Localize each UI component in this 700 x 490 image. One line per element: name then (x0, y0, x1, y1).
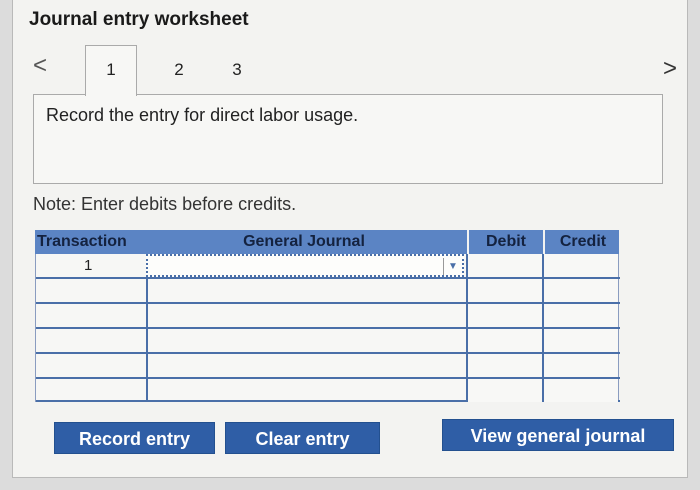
note-text: Note: Enter debits before credits. (33, 194, 297, 214)
tab-2[interactable]: 2 (169, 60, 189, 80)
table-row (36, 379, 620, 402)
account-select[interactable] (146, 304, 464, 327)
credit-input[interactable] (542, 254, 618, 277)
transaction-number: 1 (84, 257, 93, 274)
next-arrow-icon[interactable]: > (663, 57, 677, 81)
instruction-text: Record the entry for direct labor usage. (46, 105, 359, 125)
debit-input[interactable] (466, 279, 542, 302)
tab-1[interactable]: 1 (85, 45, 137, 96)
debit-input[interactable] (466, 379, 542, 402)
transaction-cell (36, 329, 144, 352)
transaction-cell (36, 379, 144, 402)
view-general-journal-button[interactable]: View general journal (442, 419, 674, 451)
credit-input[interactable] (542, 329, 618, 352)
account-select[interactable] (146, 279, 464, 302)
journal-table: Transaction General Journal Debit Credit… (35, 230, 620, 402)
table-row (36, 354, 620, 379)
account-select[interactable] (146, 379, 464, 402)
account-select[interactable]: ▼ (146, 254, 464, 277)
debit-input[interactable] (466, 329, 542, 352)
account-select[interactable] (146, 329, 464, 352)
credit-input[interactable] (542, 379, 618, 402)
account-select[interactable] (146, 354, 464, 377)
journal-entry-worksheet-panel: Journal entry worksheet < > 1 2 3 Record… (12, 0, 688, 478)
credit-column-header: Credit (543, 230, 621, 254)
transaction-cell (36, 304, 144, 327)
chevron-down-icon[interactable]: ▼ (443, 258, 462, 275)
worksheet-title: Journal entry worksheet (29, 9, 249, 30)
credit-input[interactable] (542, 304, 618, 327)
credit-input[interactable] (542, 354, 618, 377)
debit-input[interactable] (466, 304, 542, 327)
table-row (36, 279, 620, 304)
transaction-cell (36, 354, 144, 377)
debit-column-header: Debit (467, 230, 543, 254)
previous-arrow-icon[interactable]: < (33, 54, 47, 78)
table-row (36, 329, 620, 354)
clear-entry-button[interactable]: Clear entry (225, 422, 380, 454)
record-entry-button[interactable]: Record entry (54, 422, 215, 454)
tab-3[interactable]: 3 (227, 60, 247, 80)
transaction-column-header: Transaction (37, 233, 127, 250)
debit-input[interactable] (466, 254, 542, 277)
credit-input[interactable] (542, 279, 618, 302)
journal-table-header: Transaction General Journal Debit Credit (35, 230, 619, 254)
transaction-cell: 1 (36, 254, 144, 277)
general-journal-column-header: General Journal (243, 233, 365, 250)
table-row: 1 ▼ (36, 254, 620, 279)
debit-input[interactable] (466, 354, 542, 377)
table-row (36, 304, 620, 329)
transaction-cell (36, 279, 144, 302)
instruction-box: Record the entry for direct labor usage. (33, 94, 663, 184)
journal-table-body: 1 ▼ (35, 254, 620, 402)
